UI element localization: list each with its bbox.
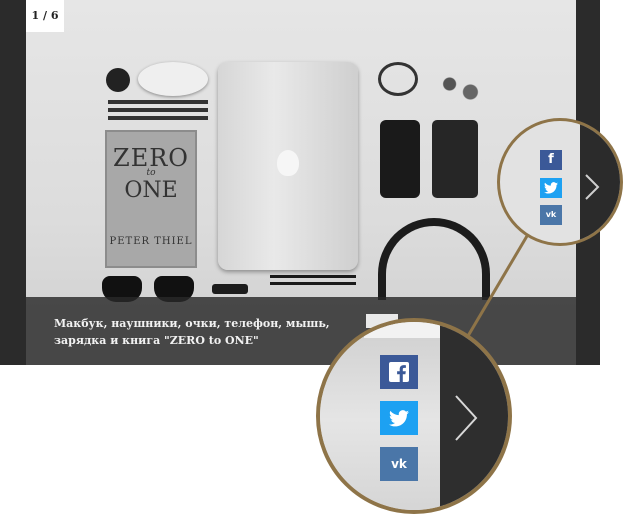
charger (212, 284, 248, 294)
share-callout-small: f vk (497, 118, 623, 246)
keys (434, 68, 486, 108)
phone (380, 120, 420, 198)
cable (378, 62, 418, 96)
book: ZERO to ONE PETER THIEL (105, 130, 197, 268)
mouse (138, 62, 208, 96)
vk-share-button[interactable]: vk (380, 447, 418, 481)
slide-caption: Макбук, наушники, очки, телефон, мышь, з… (54, 317, 330, 347)
vk-icon[interactable]: vk (540, 205, 562, 225)
chevron-right-icon-zoomed[interactable] (452, 394, 480, 442)
pens (108, 100, 208, 124)
book-title-one: ONE (124, 178, 178, 203)
slide-counter: 1 / 6 (26, 0, 64, 32)
caption-button-zoomed (364, 322, 440, 338)
facebook-share-button[interactable] (380, 355, 418, 389)
laptop (218, 62, 358, 270)
book-title-to: to (146, 168, 156, 178)
wallet (432, 120, 478, 198)
twitter-share-button[interactable] (380, 401, 418, 435)
chevron-right-icon[interactable] (582, 173, 602, 201)
share-callout-large: vk (316, 318, 512, 514)
camera-lens (106, 68, 130, 92)
apple-logo-icon (277, 150, 299, 176)
twitter-icon[interactable] (540, 178, 562, 198)
pens-bottom (270, 275, 356, 289)
headphones (378, 218, 490, 300)
facebook-icon[interactable]: f (540, 150, 562, 170)
book-author: PETER THIEL (109, 236, 193, 247)
